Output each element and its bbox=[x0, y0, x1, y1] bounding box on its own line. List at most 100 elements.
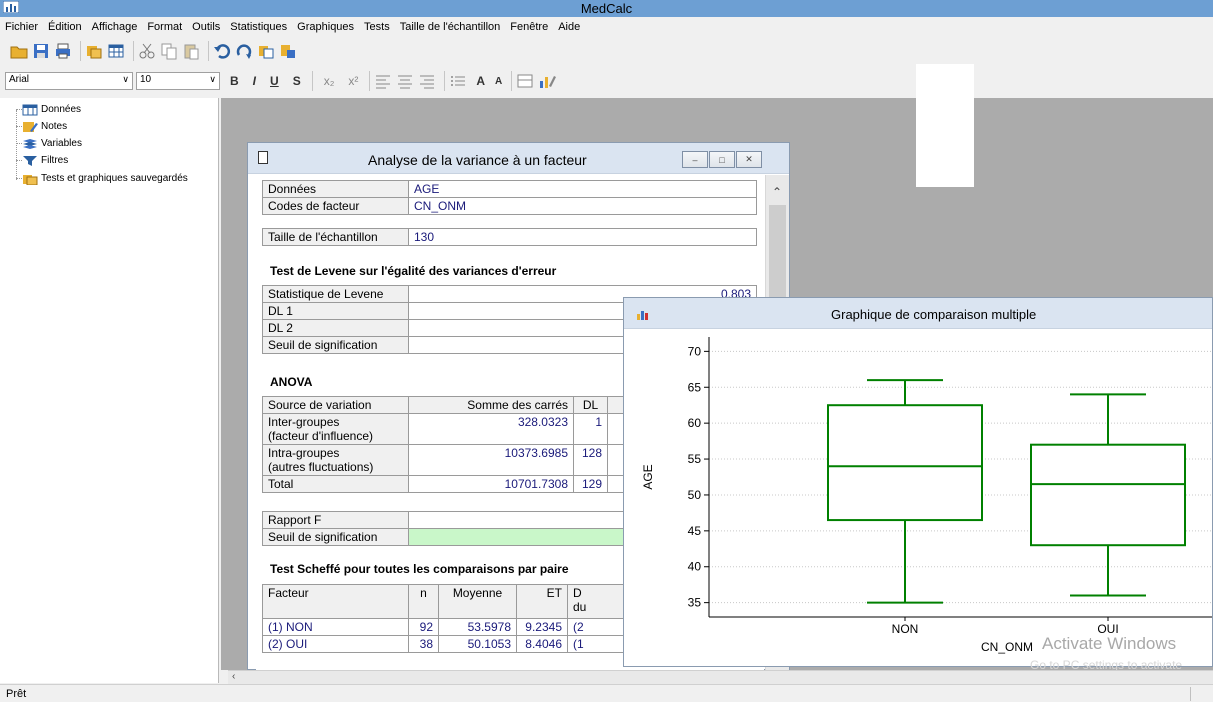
sum-of-squares: 10373.6985 bbox=[408, 444, 574, 476]
anova-window-title: Analyse de la variance à un facteur bbox=[368, 152, 587, 168]
column-header: Moyenne bbox=[438, 584, 517, 619]
align-right-icon[interactable] bbox=[418, 72, 436, 90]
row-label: Seuil de signification bbox=[262, 528, 409, 546]
row-value: CN_ONM bbox=[408, 197, 757, 215]
factor-cell: (1) NON bbox=[262, 618, 409, 636]
filter-icon bbox=[23, 155, 37, 166]
maximize-button[interactable]: □ bbox=[709, 151, 735, 168]
minimize-button[interactable]: – bbox=[682, 151, 708, 168]
menu-fichier[interactable]: Fichier bbox=[5, 21, 38, 33]
tree-item-saved-tests[interactable]: Tests et graphiques sauvegardés bbox=[22, 170, 188, 187]
chevron-down-icon: ∨ bbox=[209, 74, 216, 84]
print-icon[interactable] bbox=[54, 42, 72, 60]
scroll-left-icon[interactable]: ‹ bbox=[232, 671, 235, 682]
align-left-icon[interactable] bbox=[374, 72, 392, 90]
sample-size-table: Taille de l'échantillon 130 bbox=[262, 228, 757, 246]
horizontal-scrollbar[interactable]: ‹ bbox=[228, 670, 1213, 684]
blank-panel bbox=[916, 64, 974, 187]
tree-item-label: Variables bbox=[41, 138, 82, 149]
column-header: Somme des carrés bbox=[408, 396, 574, 414]
table-row: Codes de facteur CN_ONM bbox=[262, 197, 757, 215]
copy-files-icon[interactable] bbox=[85, 42, 103, 60]
menu-statistiques[interactable]: Statistiques bbox=[230, 21, 287, 33]
font-size-select[interactable]: 10 ∨ bbox=[136, 72, 220, 90]
tree-item-notes[interactable]: Notes bbox=[22, 118, 67, 135]
insert-table-icon[interactable] bbox=[516, 72, 534, 90]
open-folder-icon[interactable] bbox=[10, 42, 28, 60]
box-plot-chart: 3540455055606570AGECN_ONMNON OUI bbox=[641, 337, 1212, 654]
table-row: Taille de l'échantillon 130 bbox=[262, 228, 757, 246]
italic-button[interactable]: I bbox=[253, 74, 256, 88]
status-separator bbox=[1190, 687, 1191, 701]
tree-item-label: Tests et graphiques sauvegardés bbox=[41, 173, 188, 184]
underline-button[interactable]: U bbox=[270, 74, 279, 88]
strike-button[interactable]: S bbox=[293, 74, 301, 88]
row-label: Rapport F bbox=[262, 511, 409, 529]
chevron-down-icon: ∨ bbox=[122, 74, 129, 84]
menu-graphiques[interactable]: Graphiques bbox=[297, 21, 354, 33]
tree-item-filtres[interactable]: Filtres bbox=[22, 152, 68, 169]
save-icon[interactable] bbox=[32, 42, 50, 60]
status-text: Prêt bbox=[6, 688, 27, 700]
chart-window[interactable]: Graphique de comparaison multiple 35 40 45… bbox=[623, 297, 1213, 667]
grow-font-button[interactable]: A bbox=[476, 74, 485, 88]
chart-window-titlebar[interactable]: Graphique de comparaison multiple bbox=[624, 298, 1212, 329]
row-label: Taille de l'échantillon bbox=[262, 228, 409, 246]
row-label: Statistique de Levene bbox=[262, 285, 409, 303]
y-tick-label: 35 bbox=[688, 596, 702, 610]
y-axis-label: AGE bbox=[641, 464, 655, 489]
row-value: 130 bbox=[408, 228, 757, 246]
align-center-icon[interactable] bbox=[396, 72, 414, 90]
source-line2: (facteur d'influence) bbox=[268, 429, 374, 443]
document-icon bbox=[258, 151, 268, 164]
toolbar-separator bbox=[80, 41, 81, 61]
table-row: Données AGE bbox=[262, 180, 757, 198]
menu-tests[interactable]: Tests bbox=[364, 21, 390, 33]
toolbar-separator bbox=[511, 71, 513, 91]
row-label: DL 1 bbox=[262, 302, 409, 320]
source-line2: (autres fluctuations) bbox=[268, 460, 374, 474]
menu-aide[interactable]: Aide bbox=[558, 21, 580, 33]
project-tree: Données Notes Variables Filtres Tests et… bbox=[0, 98, 219, 683]
sd-cell: 8.4046 bbox=[516, 635, 568, 653]
cut-icon[interactable] bbox=[138, 42, 156, 60]
data-table: Données AGE Codes de facteur CN_ONM bbox=[262, 180, 757, 215]
toolbar-separator bbox=[369, 71, 371, 91]
menu-format[interactable]: Format bbox=[147, 21, 182, 33]
shrink-font-button[interactable]: A bbox=[495, 76, 502, 87]
undo-icon[interactable] bbox=[213, 42, 231, 60]
tree-item-label: Filtres bbox=[41, 155, 69, 166]
scroll-up-icon[interactable]: ⌃ bbox=[772, 185, 782, 199]
menu-affichage[interactable]: Affichage bbox=[92, 21, 138, 33]
source-line1: Inter-groupes bbox=[268, 415, 340, 429]
paste-special-icon[interactable] bbox=[257, 42, 275, 60]
bold-button[interactable]: B bbox=[230, 74, 239, 88]
x-axis-label: CN_ONM bbox=[981, 640, 1033, 654]
export-icon[interactable] bbox=[279, 42, 297, 60]
mean-cell: 50.1053 bbox=[438, 635, 517, 653]
menu-edition[interactable]: Édition bbox=[48, 21, 82, 33]
tree-item-variables[interactable]: Variables bbox=[22, 135, 82, 152]
font-size-value: 10 bbox=[140, 74, 152, 85]
mean-cell: 53.5978 bbox=[438, 618, 517, 636]
tree-item-donnees[interactable]: Données bbox=[22, 101, 81, 118]
spreadsheet-icon[interactable] bbox=[107, 42, 125, 60]
subscript-button[interactable]: x₂ bbox=[324, 74, 335, 88]
toolbar-separator bbox=[311, 71, 313, 91]
font-select[interactable]: Arial ∨ bbox=[5, 72, 133, 90]
anova-window-titlebar[interactable]: Analyse de la variance à un facteur – □ … bbox=[248, 143, 789, 174]
edit-chart-icon[interactable] bbox=[538, 72, 557, 90]
menu-taille-echantillon[interactable]: Taille de l'échantillon bbox=[400, 21, 501, 33]
close-button[interactable]: ✕ bbox=[736, 151, 762, 168]
menu-fenetre[interactable]: Fenêtre bbox=[510, 21, 548, 33]
redo-icon[interactable] bbox=[235, 42, 253, 60]
paste-icon[interactable] bbox=[182, 42, 200, 60]
bullet-list-icon[interactable] bbox=[449, 72, 467, 90]
n-cell: 92 bbox=[408, 618, 439, 636]
copy-icon[interactable] bbox=[160, 42, 178, 60]
degrees-of-freedom: 128 bbox=[573, 444, 608, 476]
n-cell: 38 bbox=[408, 635, 439, 653]
y-tick-label: 55 bbox=[688, 452, 702, 466]
menu-outils[interactable]: Outils bbox=[192, 21, 220, 33]
superscript-button[interactable]: x² bbox=[348, 74, 358, 88]
